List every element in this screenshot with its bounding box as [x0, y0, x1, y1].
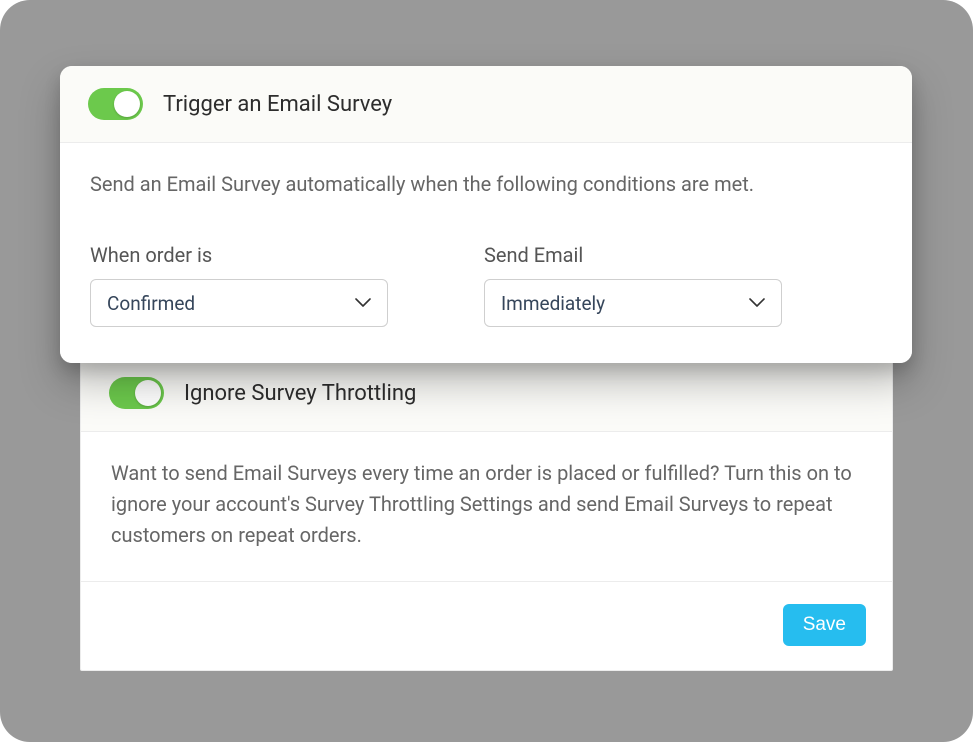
order-status-label: When order is: [90, 243, 388, 267]
order-status-field: When order is Confirmed: [90, 243, 388, 327]
send-email-field: Send Email Immediately: [484, 243, 782, 327]
send-email-label: Send Email: [484, 243, 782, 267]
chevron-down-icon: [749, 298, 765, 308]
save-button[interactable]: Save: [783, 604, 866, 646]
toggle-knob-icon: [114, 91, 140, 117]
trigger-title: Trigger an Email Survey: [163, 92, 392, 117]
trigger-card: Trigger an Email Survey Send an Email Su…: [60, 66, 912, 363]
order-status-value: Confirmed: [107, 292, 195, 315]
trigger-toggle[interactable]: [88, 88, 143, 120]
throttling-title: Ignore Survey Throttling: [184, 381, 416, 406]
order-status-select[interactable]: Confirmed: [90, 279, 388, 327]
send-email-select[interactable]: Immediately: [484, 279, 782, 327]
throttling-header: Ignore Survey Throttling: [81, 355, 892, 432]
trigger-header: Trigger an Email Survey: [60, 66, 912, 143]
fields-row: When order is Confirmed Send Email Immed…: [90, 243, 882, 327]
toggle-knob-icon: [135, 380, 161, 406]
chevron-down-icon: [355, 298, 371, 308]
trigger-description: Send an Email Survey automatically when …: [90, 169, 882, 199]
throttling-card: Ignore Survey Throttling Want to send Em…: [80, 354, 893, 671]
throttling-description: Want to send Email Surveys every time an…: [111, 458, 862, 551]
footer: Save: [81, 582, 892, 670]
trigger-body: Send an Email Survey automatically when …: [60, 143, 912, 363]
send-email-value: Immediately: [501, 292, 605, 315]
throttling-toggle[interactable]: [109, 377, 164, 409]
throttling-body: Want to send Email Surveys every time an…: [81, 432, 892, 582]
